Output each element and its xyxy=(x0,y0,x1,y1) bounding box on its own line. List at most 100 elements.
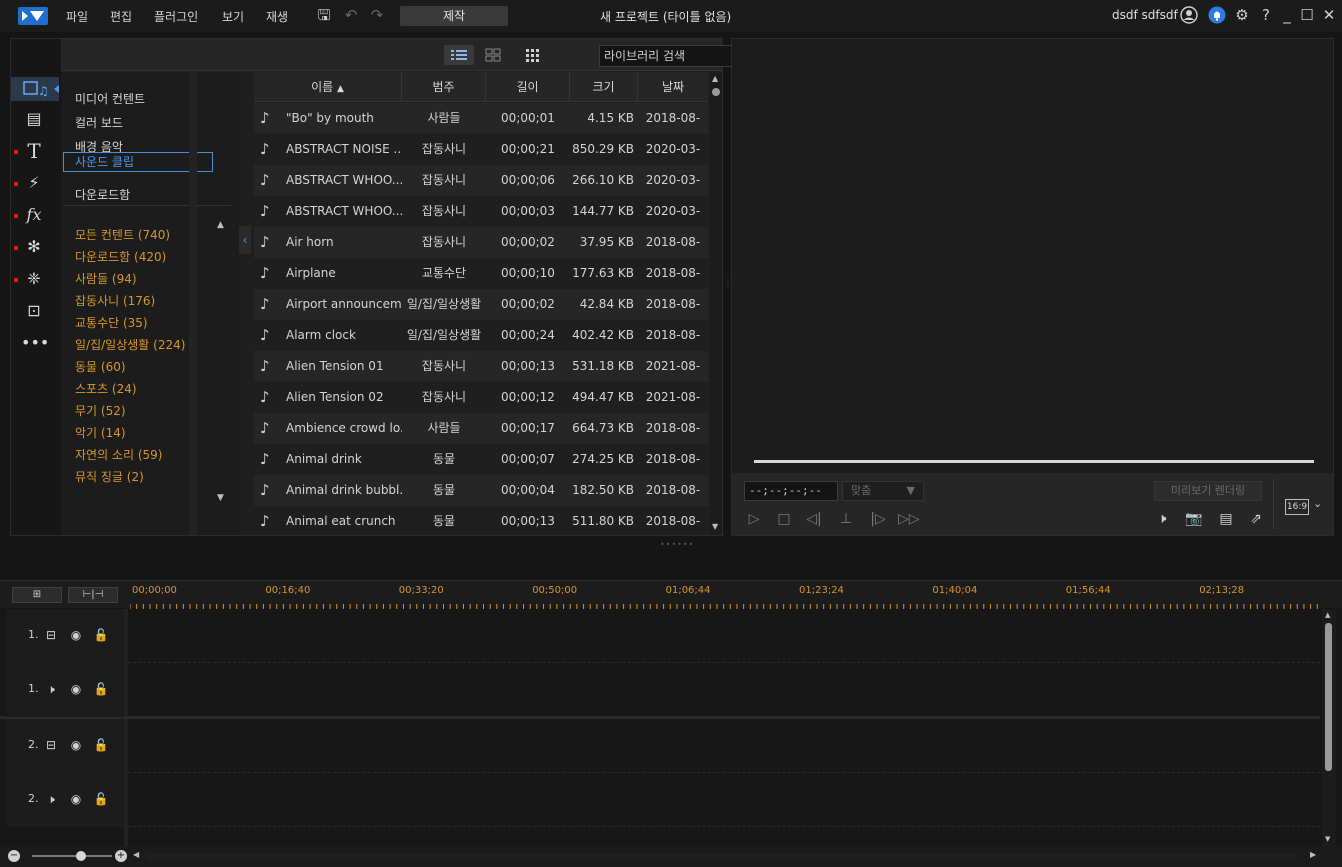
gear-icon[interactable]: ⚙ xyxy=(1233,6,1251,24)
panel-splitter[interactable]: ⋮ xyxy=(724,279,732,296)
close-icon[interactable]: ✕ xyxy=(1320,6,1338,24)
subcategory-item[interactable]: 교통수단 (35) xyxy=(75,314,148,331)
preview-scrubber[interactable] xyxy=(754,460,1314,463)
scroll-down-icon[interactable]: ▼ xyxy=(217,493,224,503)
col-header-name[interactable]: 이름 ▲ xyxy=(254,72,402,102)
collapse-panel-button[interactable]: ‹ xyxy=(239,226,251,254)
list-view-button[interactable] xyxy=(444,45,474,65)
volume-icon[interactable]: 🕨 xyxy=(1152,509,1172,529)
table-row[interactable]: ♪ "Bo" by mouth 사람들 00;00;01 4.15 KB 2018-08- xyxy=(254,103,708,134)
col-header-category[interactable]: 범주 xyxy=(402,72,486,102)
user-icon[interactable] xyxy=(1180,6,1198,24)
subcategory-item[interactable]: 동물 (60) xyxy=(75,358,126,375)
time-ruler[interactable] xyxy=(130,601,1322,609)
eye-icon[interactable]: ◉ xyxy=(67,680,85,698)
preview-render-button[interactable]: 미리보기 렌더링 xyxy=(1154,481,1262,501)
scroll-thumb[interactable] xyxy=(712,88,720,96)
category-splitter[interactable] xyxy=(189,72,197,535)
media-room-icon[interactable]: ♫ xyxy=(11,77,59,101)
maximize-icon[interactable]: ☐ xyxy=(1298,6,1316,24)
minimize-icon[interactable]: _ xyxy=(1278,6,1296,24)
track-lane[interactable] xyxy=(128,719,1320,773)
timeline-vertical-scrollbar[interactable]: ▲ ▼ xyxy=(1322,609,1336,847)
timeline-view-button[interactable]: ⊞ xyxy=(12,587,62,603)
subtitle-icon[interactable]: ▤ xyxy=(1216,509,1236,529)
split-icon[interactable]: ⊥ xyxy=(836,509,856,529)
category-downloads[interactable]: 다운로드함 xyxy=(75,186,130,203)
subcategory-item[interactable]: 모든 컨텐트 (740) xyxy=(75,226,170,243)
table-row[interactable]: ♪ Alien Tension 01 잡동사니 00;00;13 531.18 KB 20… xyxy=(254,351,708,382)
table-row[interactable]: ♪ Airport announcem... 일/집/일상생활 00;00;02 42.… xyxy=(254,289,708,320)
play-icon[interactable]: ▷ xyxy=(744,509,764,529)
track-lane[interactable] xyxy=(128,773,1320,827)
table-row[interactable]: ♪ Animal eat crunch 동물 00;00;13 511.80 KB 201… xyxy=(254,506,708,535)
track-lane[interactable] xyxy=(128,609,1320,663)
table-row[interactable]: ♪ Ambience crowd lo... 사람들 00;00;17 664.73 K… xyxy=(254,413,708,444)
col-header-size[interactable]: 크기 xyxy=(570,72,638,102)
table-row[interactable]: ♪ Air horn 잡동사니 00;00;02 37.95 KB 2018-08- xyxy=(254,227,708,258)
col-header-date[interactable]: 날짜 xyxy=(638,72,708,102)
help-icon[interactable]: ? xyxy=(1257,6,1275,24)
undo-icon[interactable]: ↶ xyxy=(342,6,360,24)
category-color-board[interactable]: 컬러 보드 xyxy=(75,114,123,131)
subcategory-item[interactable]: 자연의 소리 (59) xyxy=(75,446,162,463)
table-row[interactable]: ♪ Alarm clock 일/집/일상생활 00;00;24 402.42 KB 201… xyxy=(254,320,708,351)
zoom-slider[interactable] xyxy=(32,855,112,857)
stop-icon[interactable]: □ xyxy=(774,509,794,529)
sort-grid-icon[interactable] xyxy=(517,45,547,65)
redo-icon[interactable]: ↷ xyxy=(368,6,386,24)
menu-playback[interactable]: 재생 xyxy=(266,8,288,25)
table-row[interactable]: ♪ Airplane 교통수단 00;00;10 177.63 KB 2018-08- xyxy=(254,258,708,289)
zoom-slider-thumb[interactable] xyxy=(76,851,86,861)
snapshot-icon[interactable]: 📷 xyxy=(1184,509,1204,529)
table-row[interactable]: ♪ ABSTRACT NOISE ... 잡동사니 00;00;21 850.29 KB… xyxy=(254,134,708,165)
scroll-thumb[interactable] xyxy=(1325,623,1332,771)
subcategory-item[interactable]: 다운로드함 (420) xyxy=(75,248,166,265)
scroll-right-icon[interactable]: ▶ xyxy=(1310,850,1316,859)
lock-icon[interactable]: 🔓 xyxy=(92,680,110,698)
table-row[interactable]: ♪ Animal drink 동물 00;00;07 274.25 KB 2018-08- xyxy=(254,444,708,475)
table-scrollbar[interactable]: ▲ ▼ xyxy=(710,72,722,535)
table-row[interactable]: ♪ Alien Tension 02 잡동사니 00;00;12 494.47 KB 20… xyxy=(254,382,708,413)
zoom-in-icon[interactable]: + xyxy=(115,850,127,862)
menu-edit[interactable]: 편집 xyxy=(110,8,132,25)
category-media-content[interactable]: 미디어 컨텐트 xyxy=(75,90,145,107)
template-room-icon[interactable]: ▤ xyxy=(21,107,47,131)
eye-icon[interactable]: ◉ xyxy=(67,736,85,754)
timecode-input[interactable]: --;--;--;-- xyxy=(744,481,838,501)
table-row[interactable]: ♪ Animal drink bubbl... 동물 00;00;04 182.50 K… xyxy=(254,475,708,506)
particle-room-icon[interactable]: ❈ xyxy=(21,267,47,291)
fit-timeline-button[interactable]: ⊢|⊣ xyxy=(68,587,118,603)
col-header-length[interactable]: 길이 xyxy=(486,72,570,102)
notification-icon[interactable] xyxy=(1208,6,1226,24)
save-icon[interactable]: 🖫 xyxy=(315,6,333,24)
subcategory-item[interactable]: 악기 (14) xyxy=(75,424,126,441)
user-name[interactable]: dsdf sdfsdf xyxy=(1112,8,1178,22)
grid-view-button[interactable] xyxy=(478,45,508,65)
zoom-out-icon[interactable]: − xyxy=(8,850,20,862)
subcategory-item[interactable]: 사람들 (94) xyxy=(75,270,137,287)
menu-plugin[interactable]: 플러그인 xyxy=(154,8,198,25)
scroll-left-icon[interactable]: ◀ xyxy=(133,850,139,859)
track-lane[interactable] xyxy=(128,663,1320,717)
fx-room-icon[interactable]: fx xyxy=(21,203,47,227)
prev-frame-icon[interactable]: ◁| xyxy=(804,509,824,529)
table-row[interactable]: ♪ ABSTRACT WHOO... 잡동사니 00;00;03 144.77 KB 20… xyxy=(254,196,708,227)
lock-icon[interactable]: 🔓 xyxy=(92,790,110,808)
aspect-ratio-button[interactable]: 16:9 xyxy=(1285,499,1309,515)
transition-room-icon[interactable]: ⚡ xyxy=(21,171,47,195)
horizontal-splitter[interactable]: •••••• xyxy=(660,540,694,549)
subcategory-item[interactable]: 뮤직 징글 (2) xyxy=(75,468,144,485)
subtitle-room-icon[interactable]: ⊡ xyxy=(21,299,47,323)
scroll-up-icon[interactable]: ▲ xyxy=(217,220,224,230)
more-icon[interactable]: ••• xyxy=(21,331,49,355)
pip-room-icon[interactable]: ✻ xyxy=(21,235,47,259)
fast-forward-icon[interactable]: ▷▷ xyxy=(898,509,920,529)
next-frame-icon[interactable]: |▷ xyxy=(868,509,888,529)
title-room-icon[interactable]: T xyxy=(21,139,47,163)
subcategory-item[interactable]: 잡동사니 (176) xyxy=(75,292,155,309)
lock-icon[interactable]: 🔓 xyxy=(92,626,110,644)
eye-icon[interactable]: ◉ xyxy=(67,626,85,644)
eye-icon[interactable]: ◉ xyxy=(67,790,85,808)
menu-view[interactable]: 보기 xyxy=(222,8,244,25)
